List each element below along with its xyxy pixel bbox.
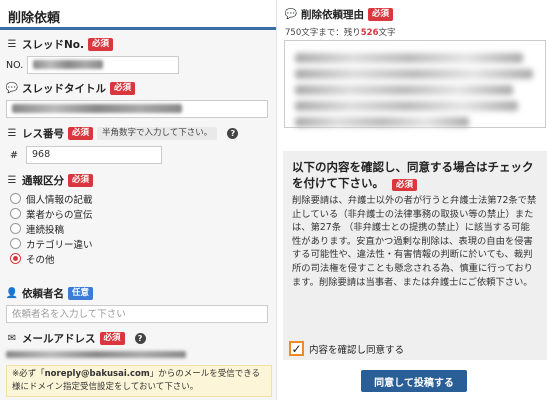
required-badge: 必須 [368,7,394,21]
radio-button[interactable] [10,223,21,234]
reason-label-row: 💬 削除依頼理由 必須 [284,6,394,22]
radio-option[interactable]: 個人情報の記載 [6,191,272,206]
report-type-options: 個人情報の記載 業者からの宣伝 連続投稿 カテゴリー違い その他 [6,191,272,266]
list-icon: ☰ [7,127,17,139]
res-number-prefix: # [10,149,18,161]
required-badge: 必須 [99,331,125,345]
thread-no-input[interactable] [27,56,180,74]
list-icon: ☰ [7,174,17,186]
radio-option[interactable]: 連続投稿 [6,221,272,236]
radio-option[interactable]: 業者からの宣伝 [6,206,272,221]
email-label: メールアドレス [22,332,96,345]
res-number-hint: 半角数字で入力して下さい。 [97,126,218,140]
thread-title-field: 💬 スレッドタイトル 必須 [6,80,272,118]
agree-checkbox[interactable]: ✓ [289,341,304,356]
form-left-column: 削除依頼 ☰ スレッドNo. 必須 NO. 💬 スレッドタイトル 必須 ☰ レス… [0,0,277,400]
thread-no-prefix: NO. [6,59,24,71]
list-icon: ☰ [7,38,17,50]
reason-textarea[interactable] [284,40,546,128]
consent-box: 以下の内容を確認し、同意する場合はチェックを付けて下さい。 必須 削除要請は、弁… [283,151,547,360]
consent-body: 削除要請は、弁護士以外の者が行うと弁護士法第72条で禁止している（非弁護士の法律… [292,195,537,288]
required-badge: 必須 [88,37,114,51]
submit-button[interactable]: 同意して投稿する [361,370,467,392]
radio-button[interactable] [10,193,21,204]
required-badge: 必須 [392,179,418,191]
form-right-column: 💬 削除依頼理由 必須 750文字まで：残り526文字 以下の内容を確認し、同意… [277,0,553,400]
reason-label: 削除依頼理由 [301,8,364,21]
radio-option-selected[interactable]: その他 [6,251,272,266]
requester-name-label: 依頼者名 [22,287,64,300]
notice-email: noreply@bakusai.com [44,369,150,379]
consent-title: 以下の内容を確認し、同意する場合はチェックを付けて下さい。 必須 [292,160,534,191]
email-value[interactable] [6,349,272,361]
email-field: ✉ メールアドレス 必須 ? [6,330,272,361]
agree-checkbox-row[interactable]: ✓ 内容を確認し同意する [289,341,404,356]
report-type-label: 通報区分 [22,174,64,187]
required-badge: 必須 [68,126,94,140]
thread-title-input[interactable] [6,100,268,118]
res-number-label: レス番号 [22,127,64,140]
page-title: 削除依頼 [0,0,276,30]
res-number-input[interactable]: 968 [26,146,162,164]
radio-button[interactable] [10,208,21,219]
required-badge: 必須 [110,81,136,95]
report-type-field: ☰ 通報区分 必須 個人情報の記載 業者からの宣伝 連続投稿 カテゴリー違い そ… [6,172,272,266]
radio-button-checked[interactable] [10,253,21,264]
required-badge: 必須 [68,173,94,187]
thread-no-field: ☰ スレッドNo. 必須 NO. [6,36,272,74]
thread-title-label: スレッドタイトル [22,82,106,95]
res-number-field: ☰ レス番号 必須 半角数字で入力して下さい。 ? # 968 [6,125,272,164]
person-icon: 👤 [5,287,19,299]
speech-bubble-icon: 💬 [284,8,298,20]
radio-option[interactable]: カテゴリー違い [6,236,272,251]
agree-checkbox-label: 内容を確認し同意する [309,344,405,356]
requester-name-input[interactable] [6,305,268,323]
speech-bubble-icon: 💬 [5,82,19,94]
mail-icon: ✉ [7,332,17,344]
email-notice: ※必ず「noreply@bakusai.com」からのメールを受信できる様にドメ… [6,365,272,397]
optional-badge: 任意 [68,286,94,300]
help-icon[interactable]: ? [227,127,239,139]
help-icon[interactable]: ? [134,332,146,344]
thread-no-label: スレッドNo. [22,38,84,51]
char-counter-remaining: 526 [360,28,379,38]
requester-name-field: 👤 依頼者名 任意 [6,285,272,323]
radio-button[interactable] [10,238,21,249]
char-counter: 750文字まで：残り526文字 [285,28,396,38]
